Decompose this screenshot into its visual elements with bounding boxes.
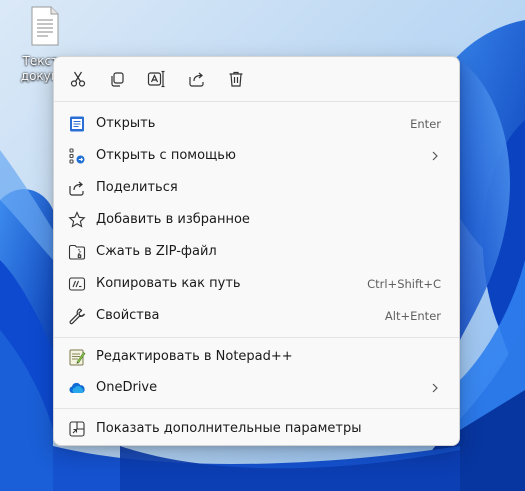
menu-item-label: Открыть с помощью <box>96 148 236 163</box>
menu-item-label: Открыть <box>96 116 156 131</box>
quick-actions-bar <box>54 57 459 101</box>
menu-item-compress-zip[interactable]: Сжать в ZIP-файл <box>58 237 455 267</box>
menu-item-edit-notepadpp[interactable]: Редактировать в Notepad++ <box>58 342 455 372</box>
rename-button[interactable] <box>140 65 172 93</box>
zip-folder-icon <box>68 243 86 261</box>
open-with-icon <box>68 147 86 165</box>
menu-item-open[interactable]: Открыть Enter <box>58 109 455 139</box>
menu-item-open-with[interactable]: Открыть с помощью <box>58 141 455 171</box>
cut-button[interactable] <box>62 65 94 93</box>
menu-separator <box>54 101 459 102</box>
menu-item-label: Копировать как путь <box>96 276 241 291</box>
chevron-right-icon <box>432 383 438 393</box>
menu-item-shortcut: Ctrl+Shift+C <box>367 277 441 291</box>
text-document-icon <box>31 6 59 46</box>
menu-item-label: Свойства <box>96 308 160 323</box>
scissors-icon <box>70 71 86 87</box>
menu-item-label: Показать дополнительные параметры <box>96 421 362 436</box>
rename-icon <box>147 70 165 88</box>
menu-item-label: OneDrive <box>96 380 158 395</box>
menu-item-properties[interactable]: Свойства Alt+Enter <box>58 301 455 331</box>
notepadpp-icon <box>68 348 86 366</box>
menu-item-copy-as-path[interactable]: Копировать как путь Ctrl+Shift+C <box>58 269 455 299</box>
share-icon <box>189 72 204 87</box>
menu-item-label: Сжать в ZIP-файл <box>96 244 217 259</box>
menu-item-add-favorites[interactable]: Добавить в избранное <box>58 205 455 235</box>
trash-icon <box>229 71 243 87</box>
chevron-right-icon <box>432 151 438 161</box>
copy-button[interactable] <box>101 65 133 93</box>
menu-item-label: Добавить в избранное <box>96 212 250 227</box>
copy-icon <box>111 72 124 87</box>
menu-separator <box>54 337 459 338</box>
wrench-icon <box>68 307 86 325</box>
menu-item-label: Редактировать в Notepad++ <box>96 349 293 364</box>
menu-item-share[interactable]: Поделиться <box>58 173 455 203</box>
notepad-icon <box>68 115 86 133</box>
cloud-icon <box>68 379 86 397</box>
star-icon <box>68 211 86 229</box>
share-quick-button[interactable] <box>181 65 213 93</box>
menu-item-shortcut: Alt+Enter <box>384 309 441 323</box>
delete-button[interactable] <box>220 65 252 93</box>
context-menu: Открыть Enter Открыть с помощью Поделить… <box>53 56 460 446</box>
menu-item-shortcut: Enter <box>410 117 441 131</box>
copy-path-icon <box>68 275 86 293</box>
menu-item-label: Поделиться <box>96 180 178 195</box>
more-options-icon <box>68 420 86 438</box>
share-icon <box>68 179 86 197</box>
menu-separator <box>54 408 459 409</box>
menu-item-onedrive[interactable]: OneDrive <box>58 373 455 403</box>
menu-item-show-more-options[interactable]: Показать дополнительные параметры <box>58 414 455 444</box>
